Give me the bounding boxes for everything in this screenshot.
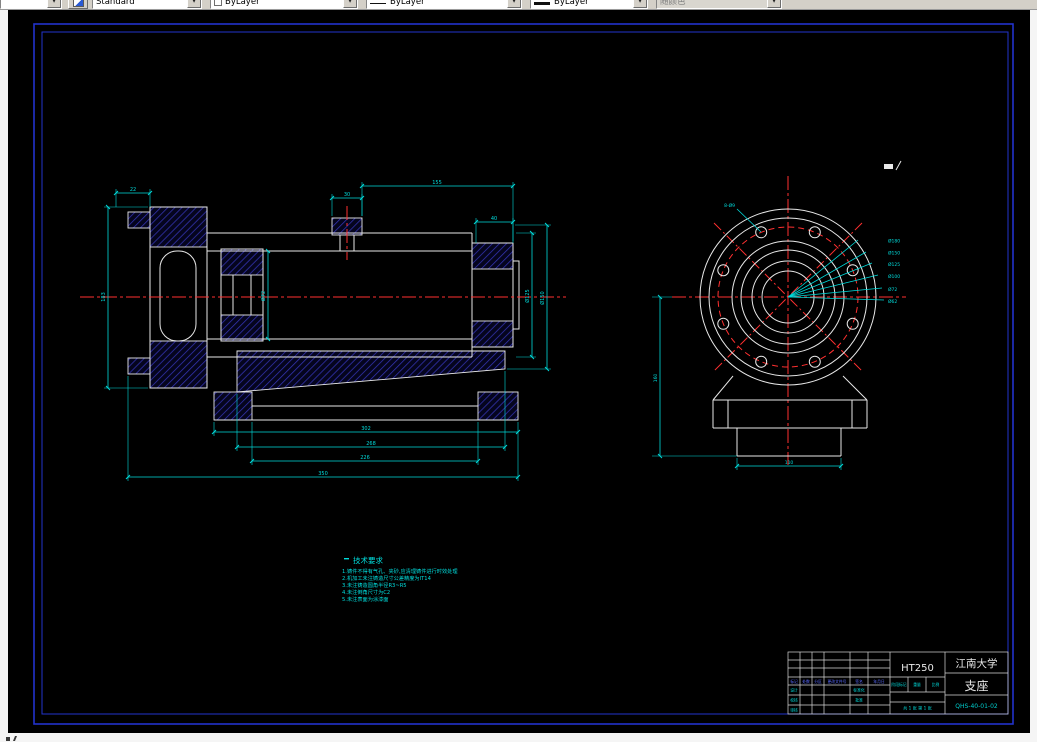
dim-label: Ø72 — [260, 291, 267, 301]
rev-col: 处数 — [802, 679, 810, 684]
rev-col: 更改文件号 — [828, 679, 847, 684]
lineweight-value: ByLayer — [554, 0, 589, 7]
material-spec: HT250 — [901, 663, 934, 674]
dim-label: Ø72 — [888, 286, 897, 293]
dim-label: 30 — [344, 192, 350, 198]
dim-label: 40 — [491, 216, 497, 222]
cad-application-window: { "toolbar": { "style": "Standard", "col… — [0, 0, 1037, 742]
part-name: 支座 — [964, 678, 988, 693]
color-swatch-icon — [214, 0, 222, 6]
chevron-down-icon[interactable]: ▼ — [767, 0, 781, 8]
chevron-down-icon[interactable]: ▼ — [633, 0, 647, 8]
note-line: 3.未注铸造圆角半径R3~R5 — [342, 581, 407, 589]
lineweight-combo[interactable]: ByLayer ▼ — [530, 0, 648, 9]
note-line: 4.未注倒角尺寸为C2 — [342, 588, 390, 596]
note-line: 2.机加工未注铸造尺寸公差精度为IT14 — [342, 574, 432, 582]
note-line: 1.铸件不得有气孔、夹砂,应清理铸件进行时效处理 — [342, 567, 458, 575]
dim-label: Ø100 — [888, 273, 900, 280]
dim-label: 110 — [785, 460, 794, 466]
lineweight-swatch-icon — [534, 2, 550, 5]
stage-col: 重量 — [913, 682, 921, 687]
status-glyph — [12, 736, 18, 741]
note-line: 5.未注表面为涂漆面 — [342, 595, 388, 603]
dim-label: 226 — [360, 455, 370, 461]
dim-label: Ø180 — [888, 238, 900, 245]
plotstyle-value: 随颜色 — [660, 0, 686, 7]
dim-label: Ø62 — [888, 298, 897, 305]
chevron-down-icon[interactable]: ▼ — [507, 0, 521, 8]
sign-label: 校核 — [790, 698, 798, 703]
color-combo[interactable]: ByLayer ▼ — [210, 0, 358, 9]
text-style-value: Standard — [96, 0, 135, 7]
dim-label: 350 — [318, 471, 328, 477]
organization-name: 江南大学 — [956, 657, 998, 670]
dim-label: 160 — [653, 374, 659, 383]
bolt-hole-callout: 8-Ø9 — [724, 202, 735, 209]
dim-label: 22 — [130, 187, 136, 193]
drawing-number: QHS-40-01-02 — [955, 703, 998, 710]
dim-label: Ø150 — [888, 250, 900, 257]
stage-col: 比例 — [932, 682, 940, 687]
rev-col: 签名 — [855, 679, 863, 684]
notes-title: 技术要求 — [353, 555, 383, 565]
sheet-count: 共 1 张 第 1 张 — [903, 705, 933, 712]
rev-col: 分区 — [814, 679, 822, 684]
linetype-value: ByLayer — [390, 0, 425, 7]
stage-header: 阶段标记 重量 比例 — [891, 682, 939, 687]
dim-label: 183 — [101, 292, 107, 302]
rev-col: 年月日 — [873, 679, 885, 684]
plotstyle-combo[interactable]: 随颜色 ▼ — [656, 0, 782, 9]
approve-label: 标准化 — [853, 688, 865, 693]
approve-label: 批准 — [855, 698, 863, 703]
drawing-canvas[interactable]: 155 30 22 40 183 Ø72 Ø125 Ø150 302 268 2… — [0, 0, 1037, 742]
dim-label: 155 — [432, 180, 442, 186]
chevron-down-icon[interactable]: ▼ — [187, 0, 201, 8]
status-strip — [0, 734, 1037, 742]
rev-col: 标记 — [790, 679, 798, 684]
top-toolbar: ▼ Standard ▼ ByLayer ▼ ByLayer ▼ ByLayer… — [0, 0, 1037, 10]
status-glyph — [6, 737, 10, 741]
stage-col: 阶段标记 — [891, 682, 906, 687]
linetype-swatch-icon — [370, 3, 386, 4]
dim-label: Ø125 — [524, 289, 531, 302]
dim-label: 268 — [366, 441, 376, 447]
chevron-down-icon[interactable]: ▼ — [343, 0, 357, 8]
dim-label: Ø125 — [888, 261, 900, 268]
color-value: ByLayer — [225, 0, 260, 7]
dim-label: Ø150 — [539, 291, 546, 304]
dim-label: 302 — [361, 426, 371, 432]
chevron-down-icon[interactable]: ▼ — [47, 0, 61, 8]
text-style-manager-button[interactable] — [68, 0, 88, 9]
text-style-combo[interactable]: Standard ▼ — [92, 0, 202, 9]
text-style-icon — [72, 0, 84, 7]
linetype-combo[interactable]: ByLayer ▼ — [366, 0, 522, 9]
workspace-combo[interactable]: ▼ — [0, 0, 62, 9]
sign-label: 审核 — [790, 708, 798, 713]
sign-label: 设计 — [790, 688, 798, 693]
notes-bullet — [344, 558, 349, 560]
